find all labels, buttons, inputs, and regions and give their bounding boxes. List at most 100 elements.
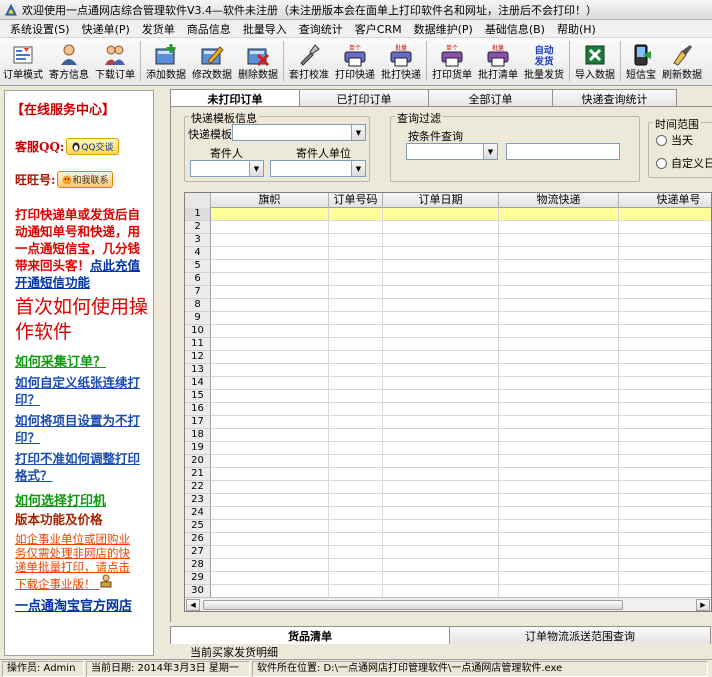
table-cell[interactable] — [329, 286, 383, 299]
table-cell[interactable] — [211, 546, 329, 559]
table-cell[interactable] — [619, 299, 711, 312]
sender-select[interactable]: ▼ — [190, 160, 264, 177]
menu-batch-import[interactable]: 批量导入 — [237, 21, 293, 37]
table-cell[interactable] — [499, 572, 619, 585]
table-cell[interactable] — [383, 572, 499, 585]
table-cell[interactable] — [619, 494, 711, 507]
table-row[interactable]: 11 — [185, 338, 711, 351]
table-cell[interactable] — [383, 325, 499, 338]
row-number[interactable]: 10 — [185, 325, 211, 338]
table-cell[interactable] — [499, 260, 619, 273]
table-cell[interactable] — [211, 429, 329, 442]
table-cell[interactable] — [499, 481, 619, 494]
enterprise-download-link[interactable]: 如企事业单位或团购业务仅需处理非网店的快递单批量打印，请点击下载企事业版！ — [15, 532, 141, 591]
table-cell[interactable] — [211, 507, 329, 520]
table-cell[interactable] — [329, 520, 383, 533]
table-cell[interactable] — [329, 429, 383, 442]
tab-goods-list[interactable]: 货品清单 — [170, 626, 450, 644]
menu-basic-info[interactable]: 基础信息(B) — [479, 21, 551, 37]
row-number[interactable]: 12 — [185, 351, 211, 364]
table-cell[interactable] — [211, 325, 329, 338]
table-row[interactable]: 20 — [185, 455, 711, 468]
table-cell[interactable] — [211, 481, 329, 494]
table-row[interactable]: 13 — [185, 364, 711, 377]
row-number[interactable]: 1 — [185, 208, 211, 221]
table-cell[interactable] — [211, 364, 329, 377]
custom-paper-link[interactable]: 如何自定义纸张连续打印？ — [15, 374, 147, 408]
table-cell[interactable] — [329, 377, 383, 390]
row-number[interactable]: 3 — [185, 234, 211, 247]
table-cell[interactable] — [619, 377, 711, 390]
delete-data-button[interactable]: 删除数据 — [235, 39, 281, 85]
row-number[interactable]: 27 — [185, 546, 211, 559]
table-cell[interactable] — [211, 455, 329, 468]
table-cell[interactable] — [499, 390, 619, 403]
menu-system-settings[interactable]: 系统设置(S) — [4, 21, 76, 37]
table-cell[interactable] — [211, 442, 329, 455]
table-row[interactable]: 26 — [185, 533, 711, 546]
table-row[interactable]: 16 — [185, 403, 711, 416]
sms-button[interactable]: 短信宝 — [623, 39, 659, 85]
menu-invoice[interactable]: 发货单 — [136, 21, 181, 37]
table-cell[interactable] — [499, 299, 619, 312]
table-cell[interactable] — [619, 546, 711, 559]
calibrate-button[interactable]: 套打校准 — [286, 39, 332, 85]
table-cell[interactable] — [619, 338, 711, 351]
table-cell[interactable] — [499, 312, 619, 325]
row-number[interactable]: 6 — [185, 273, 211, 286]
table-cell[interactable] — [383, 416, 499, 429]
table-cell[interactable] — [211, 377, 329, 390]
scroll-left-icon[interactable]: ◀ — [186, 599, 200, 611]
table-cell[interactable] — [499, 403, 619, 416]
table-cell[interactable] — [211, 338, 329, 351]
table-cell[interactable] — [329, 390, 383, 403]
menu-query-stats[interactable]: 查询统计 — [293, 21, 349, 37]
table-cell[interactable] — [329, 442, 383, 455]
table-cell[interactable] — [619, 273, 711, 286]
version-price-link[interactable]: 版本功能及价格 — [15, 509, 153, 528]
table-cell[interactable] — [619, 442, 711, 455]
table-cell[interactable] — [499, 338, 619, 351]
not-print-link[interactable]: 如何将项目设置为不打印？ — [15, 412, 147, 446]
table-cell[interactable] — [211, 299, 329, 312]
table-cell[interactable] — [211, 572, 329, 585]
table-cell[interactable] — [383, 403, 499, 416]
row-number[interactable]: 13 — [185, 364, 211, 377]
table-cell[interactable] — [619, 416, 711, 429]
table-cell[interactable] — [383, 455, 499, 468]
table-cell[interactable] — [383, 429, 499, 442]
table-row[interactable]: 5 — [185, 260, 711, 273]
table-cell[interactable] — [211, 494, 329, 507]
table-cell[interactable] — [499, 416, 619, 429]
table-cell[interactable] — [329, 364, 383, 377]
table-cell[interactable] — [499, 507, 619, 520]
tab-printed-orders[interactable]: 已打印订单 — [299, 89, 429, 107]
qq-chat-button[interactable]: QQ交谈 — [66, 138, 119, 155]
column-header-tracking-number[interactable]: 快递单号 — [619, 193, 711, 208]
table-cell[interactable] — [383, 533, 499, 546]
condition-field-select[interactable]: ▼ — [406, 143, 498, 160]
row-number[interactable]: 16 — [185, 403, 211, 416]
table-row[interactable]: 10 — [185, 325, 711, 338]
batch-ship-button[interactable]: 自动 发货 批量发货 — [521, 39, 567, 85]
row-number[interactable]: 21 — [185, 468, 211, 481]
table-row[interactable]: 18 — [185, 429, 711, 442]
table-row[interactable]: 17 — [185, 416, 711, 429]
how-to-use-link[interactable]: 首次如何使用操作软件 — [15, 295, 151, 345]
row-number[interactable]: 11 — [185, 338, 211, 351]
row-number[interactable]: 23 — [185, 494, 211, 507]
table-cell[interactable] — [383, 221, 499, 234]
add-data-button[interactable]: 添加数据 — [143, 39, 189, 85]
table-cell[interactable] — [211, 312, 329, 325]
table-cell[interactable] — [499, 468, 619, 481]
table-cell[interactable] — [383, 364, 499, 377]
table-row[interactable]: 8 — [185, 299, 711, 312]
table-cell[interactable] — [329, 247, 383, 260]
table-cell[interactable] — [329, 494, 383, 507]
table-row[interactable]: 24 — [185, 507, 711, 520]
row-number[interactable]: 2 — [185, 221, 211, 234]
table-cell[interactable] — [329, 208, 383, 221]
row-number[interactable]: 20 — [185, 455, 211, 468]
table-cell[interactable] — [499, 221, 619, 234]
table-cell[interactable] — [329, 273, 383, 286]
